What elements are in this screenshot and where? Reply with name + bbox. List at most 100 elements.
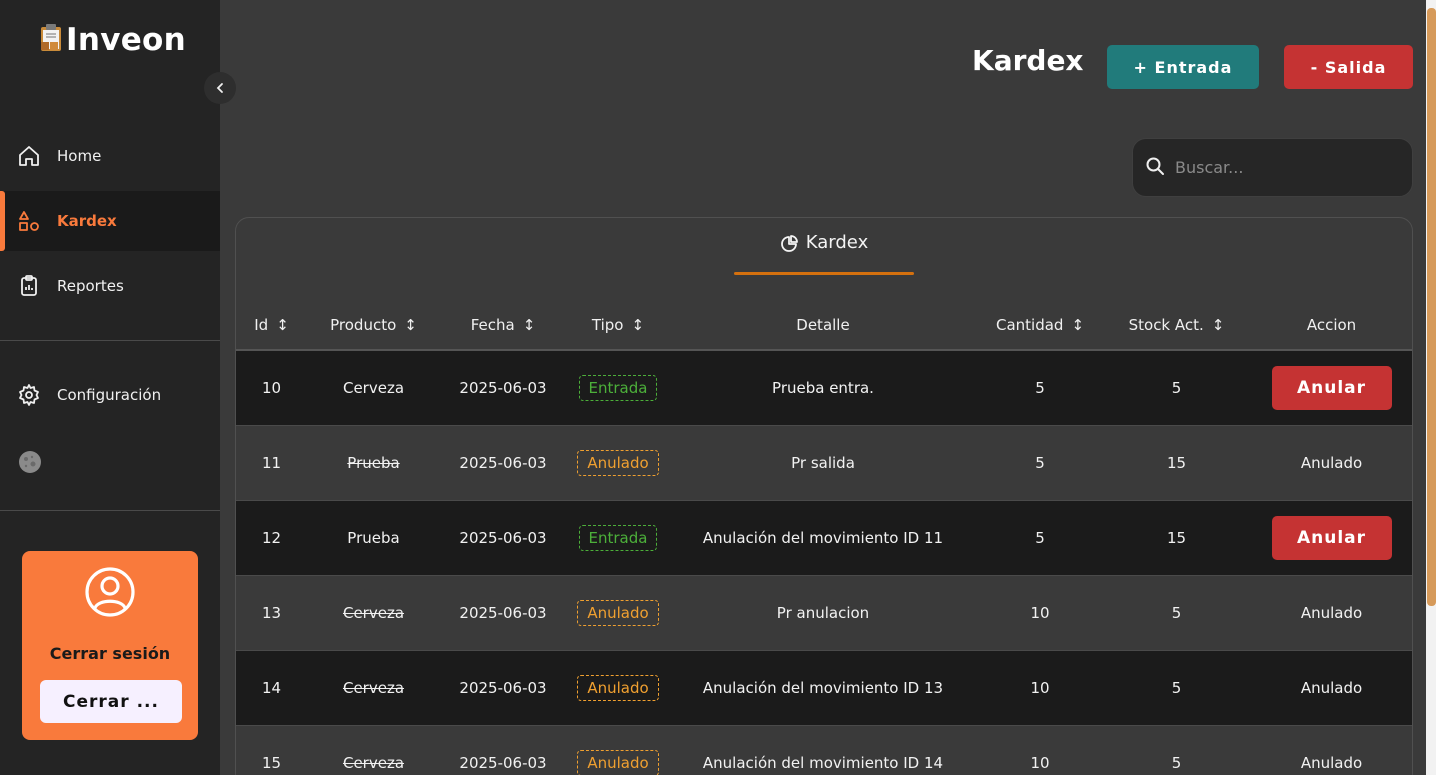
app-logo[interactable]: Inveon: [38, 22, 186, 58]
cell-tipo: Anulado: [566, 575, 670, 650]
cell-accion: Anulado: [1249, 725, 1412, 775]
tab-underline: [734, 272, 914, 275]
add-entrada-button[interactable]: + Entrada: [1107, 45, 1259, 89]
sidebar-item-configuracion[interactable]: Configuración: [0, 365, 220, 425]
column-header-id[interactable]: Id ↕: [236, 301, 307, 351]
app-name: Inveon: [66, 22, 187, 58]
tipo-badge: Anulado: [577, 599, 659, 626]
sort-icon: ↕: [1211, 316, 1225, 335]
gear-icon: [17, 383, 41, 407]
cell-producto: Cerveza: [307, 350, 440, 425]
cell-fecha: 2025-06-03: [440, 500, 566, 575]
cell-detalle: Anulación del movimiento ID 14: [670, 725, 976, 775]
cell-detalle: Anulación del movimiento ID 13: [670, 650, 976, 725]
search-box: [1132, 138, 1413, 197]
column-header-tipo[interactable]: Tipo ↕: [566, 301, 670, 351]
column-header-fecha[interactable]: Fecha ↕: [440, 301, 566, 351]
cell-stock: 5: [1104, 725, 1249, 775]
cell-tipo: Entrada: [566, 350, 670, 425]
column-header-accion: Accion: [1249, 301, 1412, 351]
cell-id: 14: [236, 650, 307, 725]
shapes-icon: [17, 209, 41, 233]
kardex-table: Id ↕ Producto ↕ Fecha ↕ Tipo ↕ Detalle Canti…: [236, 301, 1412, 775]
cell-cantidad: 10: [976, 650, 1104, 725]
user-avatar-icon: [84, 566, 136, 618]
cell-producto: Cerveza: [307, 650, 440, 725]
cell-detalle: Prueba entra.: [670, 350, 976, 425]
sidebar-item-label: Configuración: [57, 386, 162, 404]
chevron-left-icon: [214, 79, 226, 98]
cell-cantidad: 5: [976, 500, 1104, 575]
cell-detalle: Pr salida: [670, 425, 976, 500]
sidebar-item-label: Home: [57, 147, 102, 165]
search-input[interactable]: [1175, 158, 1395, 177]
tipo-badge: Anulado: [577, 449, 659, 476]
cell-id: 11: [236, 425, 307, 500]
sort-icon: ↕: [276, 316, 289, 335]
column-header-detalle: Detalle: [670, 301, 976, 351]
table-row: 10 Cerveza 2025-06-03 Entrada Prueba ent…: [236, 350, 1412, 425]
cell-cantidad: 5: [976, 350, 1104, 425]
anular-button[interactable]: Anular: [1271, 515, 1392, 560]
kardex-card: Kardex Id ↕ Producto ↕ Fecha ↕ Tipo ↕ Detall…: [235, 217, 1413, 775]
sidebar-item-label: Reportes: [57, 277, 124, 295]
sort-icon: ↕: [631, 316, 645, 335]
home-icon: [17, 144, 41, 168]
tipo-badge: Anulado: [577, 674, 659, 701]
sidebar-item-home[interactable]: Home: [0, 126, 220, 186]
cell-accion: Anular: [1249, 500, 1412, 575]
cell-producto: Cerveza: [307, 725, 440, 775]
cell-producto: Cerveza: [307, 575, 440, 650]
cell-fecha: 2025-06-03: [440, 650, 566, 725]
sidebar-item-kardex[interactable]: Kardex: [0, 191, 220, 251]
theme-toggle-moon-icon[interactable]: [18, 450, 42, 474]
cell-tipo: Anulado: [566, 725, 670, 775]
sidebar-item-label: Kardex: [57, 212, 117, 230]
cell-cantidad: 10: [976, 725, 1104, 775]
cell-fecha: 2025-06-03: [440, 425, 566, 500]
pie-chart-icon: [780, 235, 798, 258]
cell-detalle: Anulación del movimiento ID 11: [670, 500, 976, 575]
clipboard-logo-icon: [38, 23, 64, 57]
cell-stock: 5: [1104, 650, 1249, 725]
sidebar: Inveon Home Kardex Reportes Configuració…: [0, 0, 220, 775]
sidebar-divider: [0, 340, 220, 341]
sidebar-divider: [0, 510, 220, 511]
cell-detalle: Pr anulacion: [670, 575, 976, 650]
column-header-stock[interactable]: Stock Act. ↕: [1104, 301, 1249, 351]
cell-fecha: 2025-06-03: [440, 575, 566, 650]
cell-id: 12: [236, 500, 307, 575]
logout-button[interactable]: Cerrar ...: [40, 680, 182, 723]
cell-producto: Prueba: [307, 500, 440, 575]
cell-fecha: 2025-06-03: [440, 725, 566, 775]
sidebar-item-reportes[interactable]: Reportes: [0, 256, 220, 316]
table-row: 12 Prueba 2025-06-03 Entrada Anulación d…: [236, 500, 1412, 575]
table-row: 14 Cerveza 2025-06-03 Anulado Anulación …: [236, 650, 1412, 725]
collapse-sidebar-button[interactable]: [204, 72, 236, 104]
cell-id: 15: [236, 725, 307, 775]
tipo-badge: Entrada: [578, 524, 658, 551]
cell-accion: Anular: [1249, 350, 1412, 425]
sort-icon: ↕: [1071, 316, 1085, 335]
column-header-cantidad[interactable]: Cantidad ↕: [976, 301, 1104, 351]
table-header-row: Id ↕ Producto ↕ Fecha ↕ Tipo ↕ Detalle Canti…: [236, 301, 1412, 351]
cell-tipo: Entrada: [566, 500, 670, 575]
cell-cantidad: 10: [976, 575, 1104, 650]
scrollbar-thumb[interactable]: [1427, 8, 1436, 606]
table-row: 15 Cerveza 2025-06-03 Anulado Anulación …: [236, 725, 1412, 775]
cell-stock: 5: [1104, 575, 1249, 650]
table-row: 11 Prueba 2025-06-03 Anulado Pr salida 5…: [236, 425, 1412, 500]
logout-title: Cerrar sesión: [49, 644, 171, 663]
cell-accion: Anulado: [1249, 575, 1412, 650]
tipo-badge: Anulado: [577, 749, 659, 775]
column-header-producto[interactable]: Producto ↕: [307, 301, 440, 351]
page-title: Kardex: [972, 44, 1084, 77]
anular-button[interactable]: Anular: [1271, 365, 1392, 410]
cell-accion: Anulado: [1249, 650, 1412, 725]
add-salida-button[interactable]: - Salida: [1284, 45, 1413, 89]
cell-id: 10: [236, 350, 307, 425]
cell-stock: 15: [1104, 425, 1249, 500]
sort-icon: ↕: [404, 316, 417, 335]
cell-fecha: 2025-06-03: [440, 350, 566, 425]
cell-tipo: Anulado: [566, 650, 670, 725]
